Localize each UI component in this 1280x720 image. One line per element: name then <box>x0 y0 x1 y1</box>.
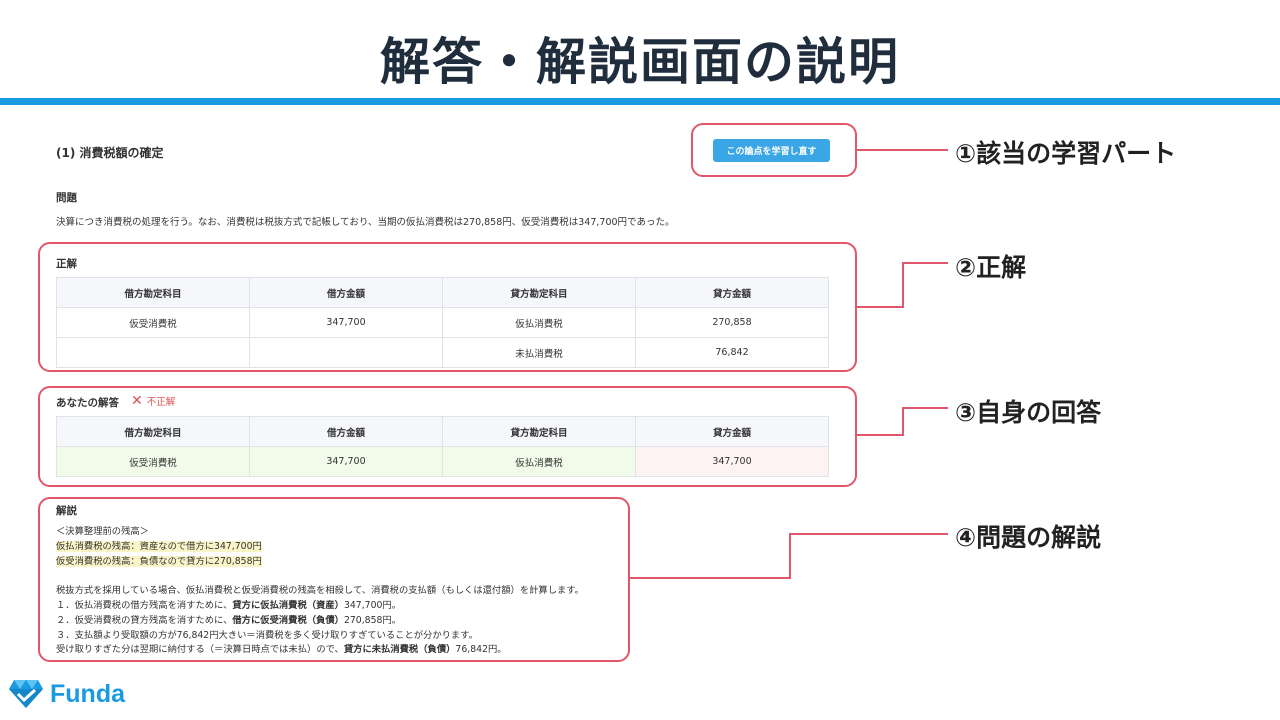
frame-your-answer <box>38 386 857 487</box>
brand-name: Funda <box>50 679 125 708</box>
callout-4: ④問題の解説 <box>955 523 1102 552</box>
question-label: 問題 <box>56 192 77 204</box>
funda-logo: Funda <box>8 678 125 710</box>
question-text: 決算につき消費税の処理を行う。なお、消費税は税抜方式で記帳しており、当期の仮払消… <box>56 217 675 228</box>
connector-4 <box>630 533 948 579</box>
callout-3: ③自身の回答 <box>955 398 1102 427</box>
slide-title: 解答・解説画面の説明 <box>380 33 900 91</box>
diamond-icon <box>9 680 43 708</box>
callout-2: ②正解 <box>955 253 1027 282</box>
callout-1: ①該当の学習パート <box>955 139 1177 168</box>
title-underline <box>0 98 1280 105</box>
connector-2 <box>857 262 948 308</box>
frame-relearn <box>691 123 857 177</box>
connector-3 <box>857 407 948 436</box>
frame-correct <box>38 242 857 372</box>
section-title: (1) 消費税額の確定 <box>56 146 164 160</box>
frame-explanation <box>38 497 630 662</box>
